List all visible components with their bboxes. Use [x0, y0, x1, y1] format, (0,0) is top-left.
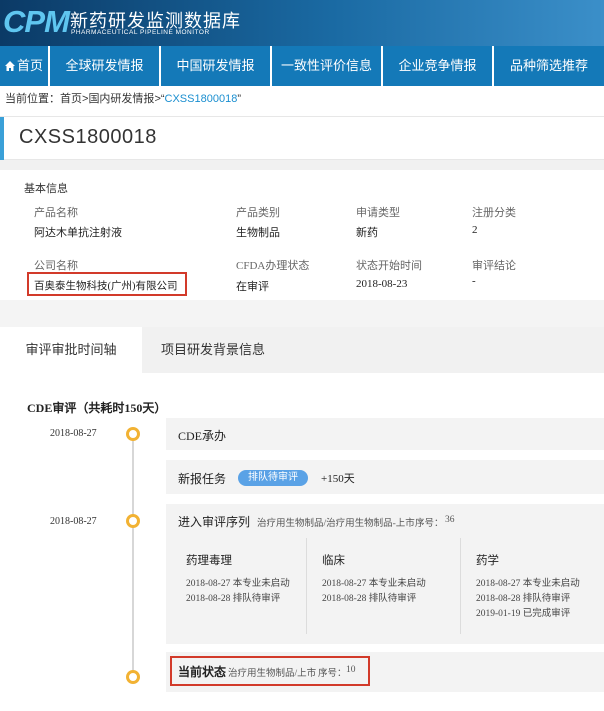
event-duration: +150天 — [321, 473, 355, 485]
cfda-status-label: CFDA办理状态 — [236, 260, 310, 272]
timeline-event: 进入审评序列 治疗用生物制品/治疗用生物制品-上市 序号： 36 药理毒理 20… — [166, 504, 604, 644]
company-name-label: 公司名称 — [34, 260, 78, 272]
column-divider — [460, 538, 461, 634]
basic-info-title: 基本信息 — [24, 183, 68, 195]
nav-item-competition[interactable]: 企业竞争情报 — [383, 46, 494, 86]
section-divider-2 — [0, 300, 604, 328]
product-name-value: 阿达木单抗注射液 — [34, 227, 122, 239]
product-category-label: 产品类别 — [236, 207, 280, 219]
column-head: 药学 — [476, 555, 499, 567]
app-header: CPM 新药研发监测数据库 PHARMACEUTICAL PIPELINE MO… — [0, 0, 604, 46]
column-line: 2018-08-28 排队待审评 — [186, 594, 281, 604]
timeline-title: CDE审评（共耗时150天） — [27, 401, 167, 415]
title-card: CXSS1800018 — [0, 116, 604, 161]
cfda-status-value: 在审评 — [236, 281, 269, 293]
brand-name-en: PHARMACEUTICAL PIPELINE MONITOR — [71, 29, 210, 36]
nav-item-screening[interactable]: 品种筛选推荐 — [494, 46, 604, 86]
product-name-label: 产品名称 — [34, 207, 78, 219]
application-type-value: 新药 — [356, 227, 378, 239]
tab-rd-background[interactable]: 项目研发背景信息 — [142, 327, 284, 373]
timeline-dot — [126, 514, 140, 528]
timeline-line — [132, 432, 134, 677]
event-seq-label: 序号： — [415, 519, 444, 529]
current-status-title: 当前状态 — [178, 665, 227, 679]
column-line: 2018-08-27 本专业未启动 — [476, 579, 580, 589]
timeline-event: CDE承办 — [166, 418, 604, 450]
current-status-desc: 治疗用生物制品/上市 — [228, 669, 317, 679]
main-nav: 首页 全球研发情报 中国研发情报 一致性评价信息 企业竞争情报 品种筛选推荐 — [0, 46, 604, 86]
nav-item-consistency[interactable]: 一致性评价信息 — [272, 46, 383, 86]
nav-item-home[interactable]: 首页 — [0, 46, 50, 86]
current-status-seq-label: 序号： — [318, 669, 347, 679]
column-divider — [306, 538, 307, 634]
breadcrumb-home[interactable]: 首页 — [60, 93, 82, 105]
status-badge: 排队待审评 — [238, 470, 308, 486]
timeline-dot — [126, 670, 140, 684]
column-head: 临床 — [322, 555, 345, 567]
breadcrumb-prefix: 当前位置： — [5, 93, 60, 105]
event-title: 新报任务 — [178, 472, 227, 486]
breadcrumb-section[interactable]: 国内研发情报 — [88, 93, 154, 105]
review-start-value: 2018-08-23 — [356, 278, 408, 290]
event-title: 进入审评序列 — [178, 515, 251, 529]
application-type-label: 申请类型 — [356, 207, 400, 219]
column-line: 2018-08-27 本专业未启动 — [322, 579, 426, 589]
event-date: 2018-08-27 — [50, 428, 97, 439]
nav-item-china-rd[interactable]: 中国研发情报 — [161, 46, 272, 86]
column-line: 2018-08-28 排队待审评 — [322, 594, 417, 604]
registration-class-label: 注册分类 — [472, 207, 516, 219]
breadcrumb: 当前位置：首页>国内研发情报>“CXSS1800018” — [5, 90, 241, 108]
company-name-value[interactable]: 百奥泰生物科技(广州)有限公司 — [34, 278, 178, 293]
product-category-value: 生物制品 — [236, 227, 280, 239]
brand-logo[interactable]: CPM — [3, 4, 70, 40]
timeline-event: 新报任务 排队待审评 +150天 — [166, 460, 604, 494]
tab-bar: 审评审批时间轴 项目研发背景信息 — [0, 327, 604, 373]
column-line: 2018-08-27 本专业未启动 — [186, 579, 290, 589]
event-seq: 36 — [445, 515, 455, 525]
review-start-label: 状态开始时间 — [356, 260, 422, 272]
timeline-dot — [126, 427, 140, 441]
event-date: 2018-08-27 — [50, 516, 97, 527]
page-title: CXSS1800018 — [19, 126, 157, 148]
breadcrumb-open-quote: >“ — [154, 93, 165, 105]
breadcrumb-close-quote: ” — [237, 93, 241, 105]
tab-review-timeline[interactable]: 审评审批时间轴 — [0, 327, 142, 373]
column-line: 2019-01-19 已完成审评 — [476, 609, 571, 619]
home-icon — [4, 61, 15, 71]
current-status-seq: 10 — [346, 665, 356, 675]
column-head: 药理毒理 — [186, 555, 232, 567]
nav-item-global-rd[interactable]: 全球研发情报 — [50, 46, 161, 86]
breadcrumb-code: CXSS1800018 — [164, 93, 238, 105]
review-conclusion-value: - — [472, 275, 476, 287]
column-line: 2018-08-28 排队待审评 — [476, 594, 571, 604]
review-conclusion-label: 审评结论 — [472, 260, 516, 272]
section-divider — [0, 160, 604, 170]
event-desc: 治疗用生物制品/治疗用生物制品-上市 — [257, 519, 415, 529]
event-title: CDE承办 — [178, 429, 227, 443]
registration-class-value: 2 — [472, 224, 478, 236]
nav-label: 首页 — [16, 58, 43, 73]
title-accent-bar — [0, 117, 4, 161]
